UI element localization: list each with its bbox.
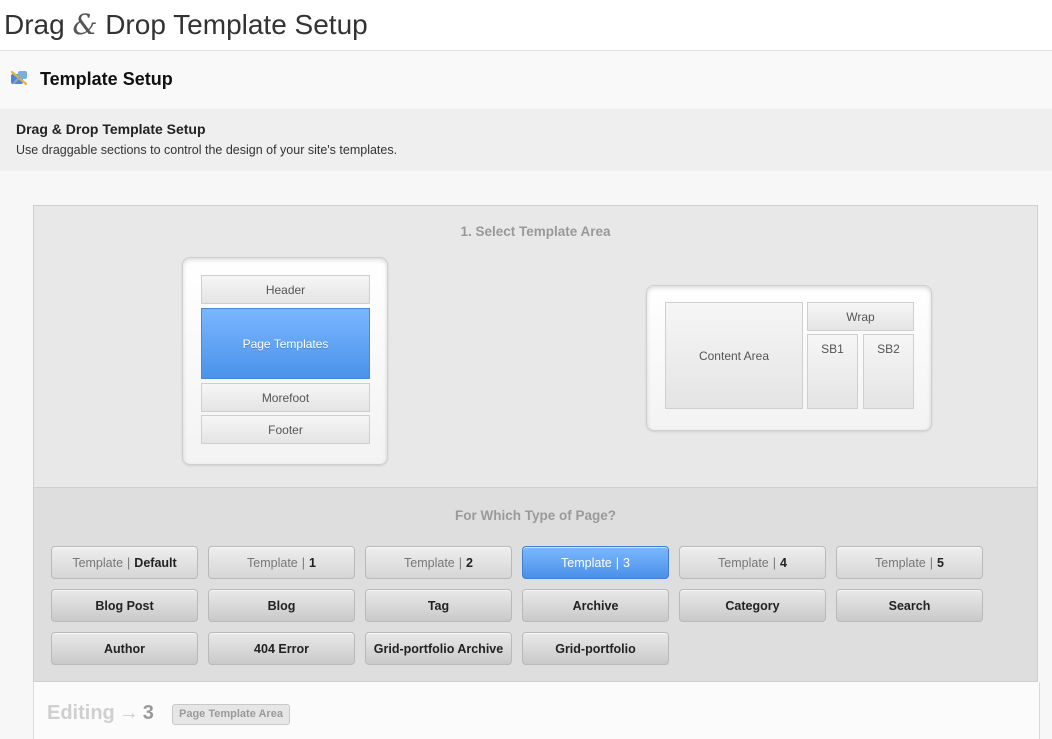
area-morefoot[interactable]: Morefoot (201, 383, 370, 412)
template-separator: | (929, 555, 934, 570)
area-content-area[interactable]: Content Area (665, 302, 803, 409)
editing-number: 3 (142, 702, 154, 724)
editing-text: Editing (47, 702, 115, 724)
template-separator: | (615, 555, 620, 570)
select-area-title: 1. Select Template Area (460, 224, 611, 239)
panel-header: Template Setup (0, 51, 1052, 109)
editing-bar: Editing → 3 Page Template Area (33, 682, 1040, 739)
template-button-4[interactable]: Template | 4 (679, 546, 826, 579)
content-layout-frame: Content Area Wrap SB1 SB2 (646, 285, 932, 431)
template-separator: | (301, 555, 306, 570)
template-button-default[interactable]: Template | Default (51, 546, 198, 579)
template-number: 4 (780, 555, 787, 570)
template-number: 3 (623, 555, 630, 570)
template-number: 5 (937, 555, 944, 570)
page-type-panel: For Which Type of Page? Template | Default… (33, 488, 1038, 682)
page-layout-frame: Header Page Templates Morefoot Footer (182, 257, 388, 465)
intro-box: Drag & Drop Template Setup Use draggable… (0, 109, 1052, 171)
template-separator: | (458, 555, 463, 570)
puzzle-tools-icon (10, 70, 28, 86)
arrow-icon: → (118, 702, 139, 724)
template-separator: | (772, 555, 777, 570)
page-type-button-grid-portfolio-archive[interactable]: Grid-portfolio Archive (365, 632, 512, 665)
template-number: 2 (466, 555, 473, 570)
page-type-button-404-error[interactable]: 404 Error (208, 632, 355, 665)
template-prefix: Template (718, 555, 769, 570)
page-type-button-author[interactable]: Author (51, 632, 198, 665)
page-type-button-search[interactable]: Search (836, 589, 983, 622)
page-title: Drag & Drop Template Setup (4, 8, 368, 41)
area-sb2[interactable]: SB2 (863, 334, 914, 409)
page-title-part1: Drag (4, 9, 65, 40)
intro-heading: Drag & Drop Template Setup (16, 121, 206, 137)
template-button-3[interactable]: Template | 3 (522, 546, 669, 579)
page-type-button-category[interactable]: Category (679, 589, 826, 622)
page-type-button-blog-post[interactable]: Blog Post (51, 589, 198, 622)
page-type-button-tag[interactable]: Tag (365, 589, 512, 622)
select-template-area-panel: 1. Select Template Area Header Page Temp… (33, 205, 1038, 488)
page-type-button-archive[interactable]: Archive (522, 589, 669, 622)
page-type-button-blog[interactable]: Blog (208, 589, 355, 622)
page-type-button-grid-portfolio[interactable]: Grid-portfolio (522, 632, 669, 665)
page-title-part2: Drop Template Setup (105, 9, 368, 40)
intro-description: Use draggable sections to control the de… (16, 143, 398, 157)
template-prefix: Template (72, 555, 124, 570)
template-button-1[interactable]: Template | 1 (208, 546, 355, 579)
area-wrap[interactable]: Wrap (807, 302, 914, 331)
page-type-title: For Which Type of Page? (454, 508, 616, 523)
template-number: Default (134, 555, 177, 570)
template-prefix: Template (247, 555, 298, 570)
editing-area-badge: Page Template Area (172, 704, 290, 725)
template-button-5[interactable]: Template | 5 (836, 546, 983, 579)
area-footer[interactable]: Footer (201, 415, 370, 444)
panel-title: Template Setup (40, 69, 173, 89)
page-title-ampersand: & (72, 8, 98, 41)
area-header[interactable]: Header (201, 275, 370, 304)
area-page-templates[interactable]: Page Templates (201, 308, 370, 379)
template-prefix: Template (404, 555, 455, 570)
template-separator: | (127, 555, 131, 570)
template-button-2[interactable]: Template | 2 (365, 546, 512, 579)
area-sb1[interactable]: SB1 (807, 334, 858, 409)
editing-label: Editing → 3 (47, 702, 154, 725)
template-number: 1 (309, 555, 316, 570)
template-prefix: Template (875, 555, 926, 570)
template-prefix: Template (561, 555, 612, 570)
